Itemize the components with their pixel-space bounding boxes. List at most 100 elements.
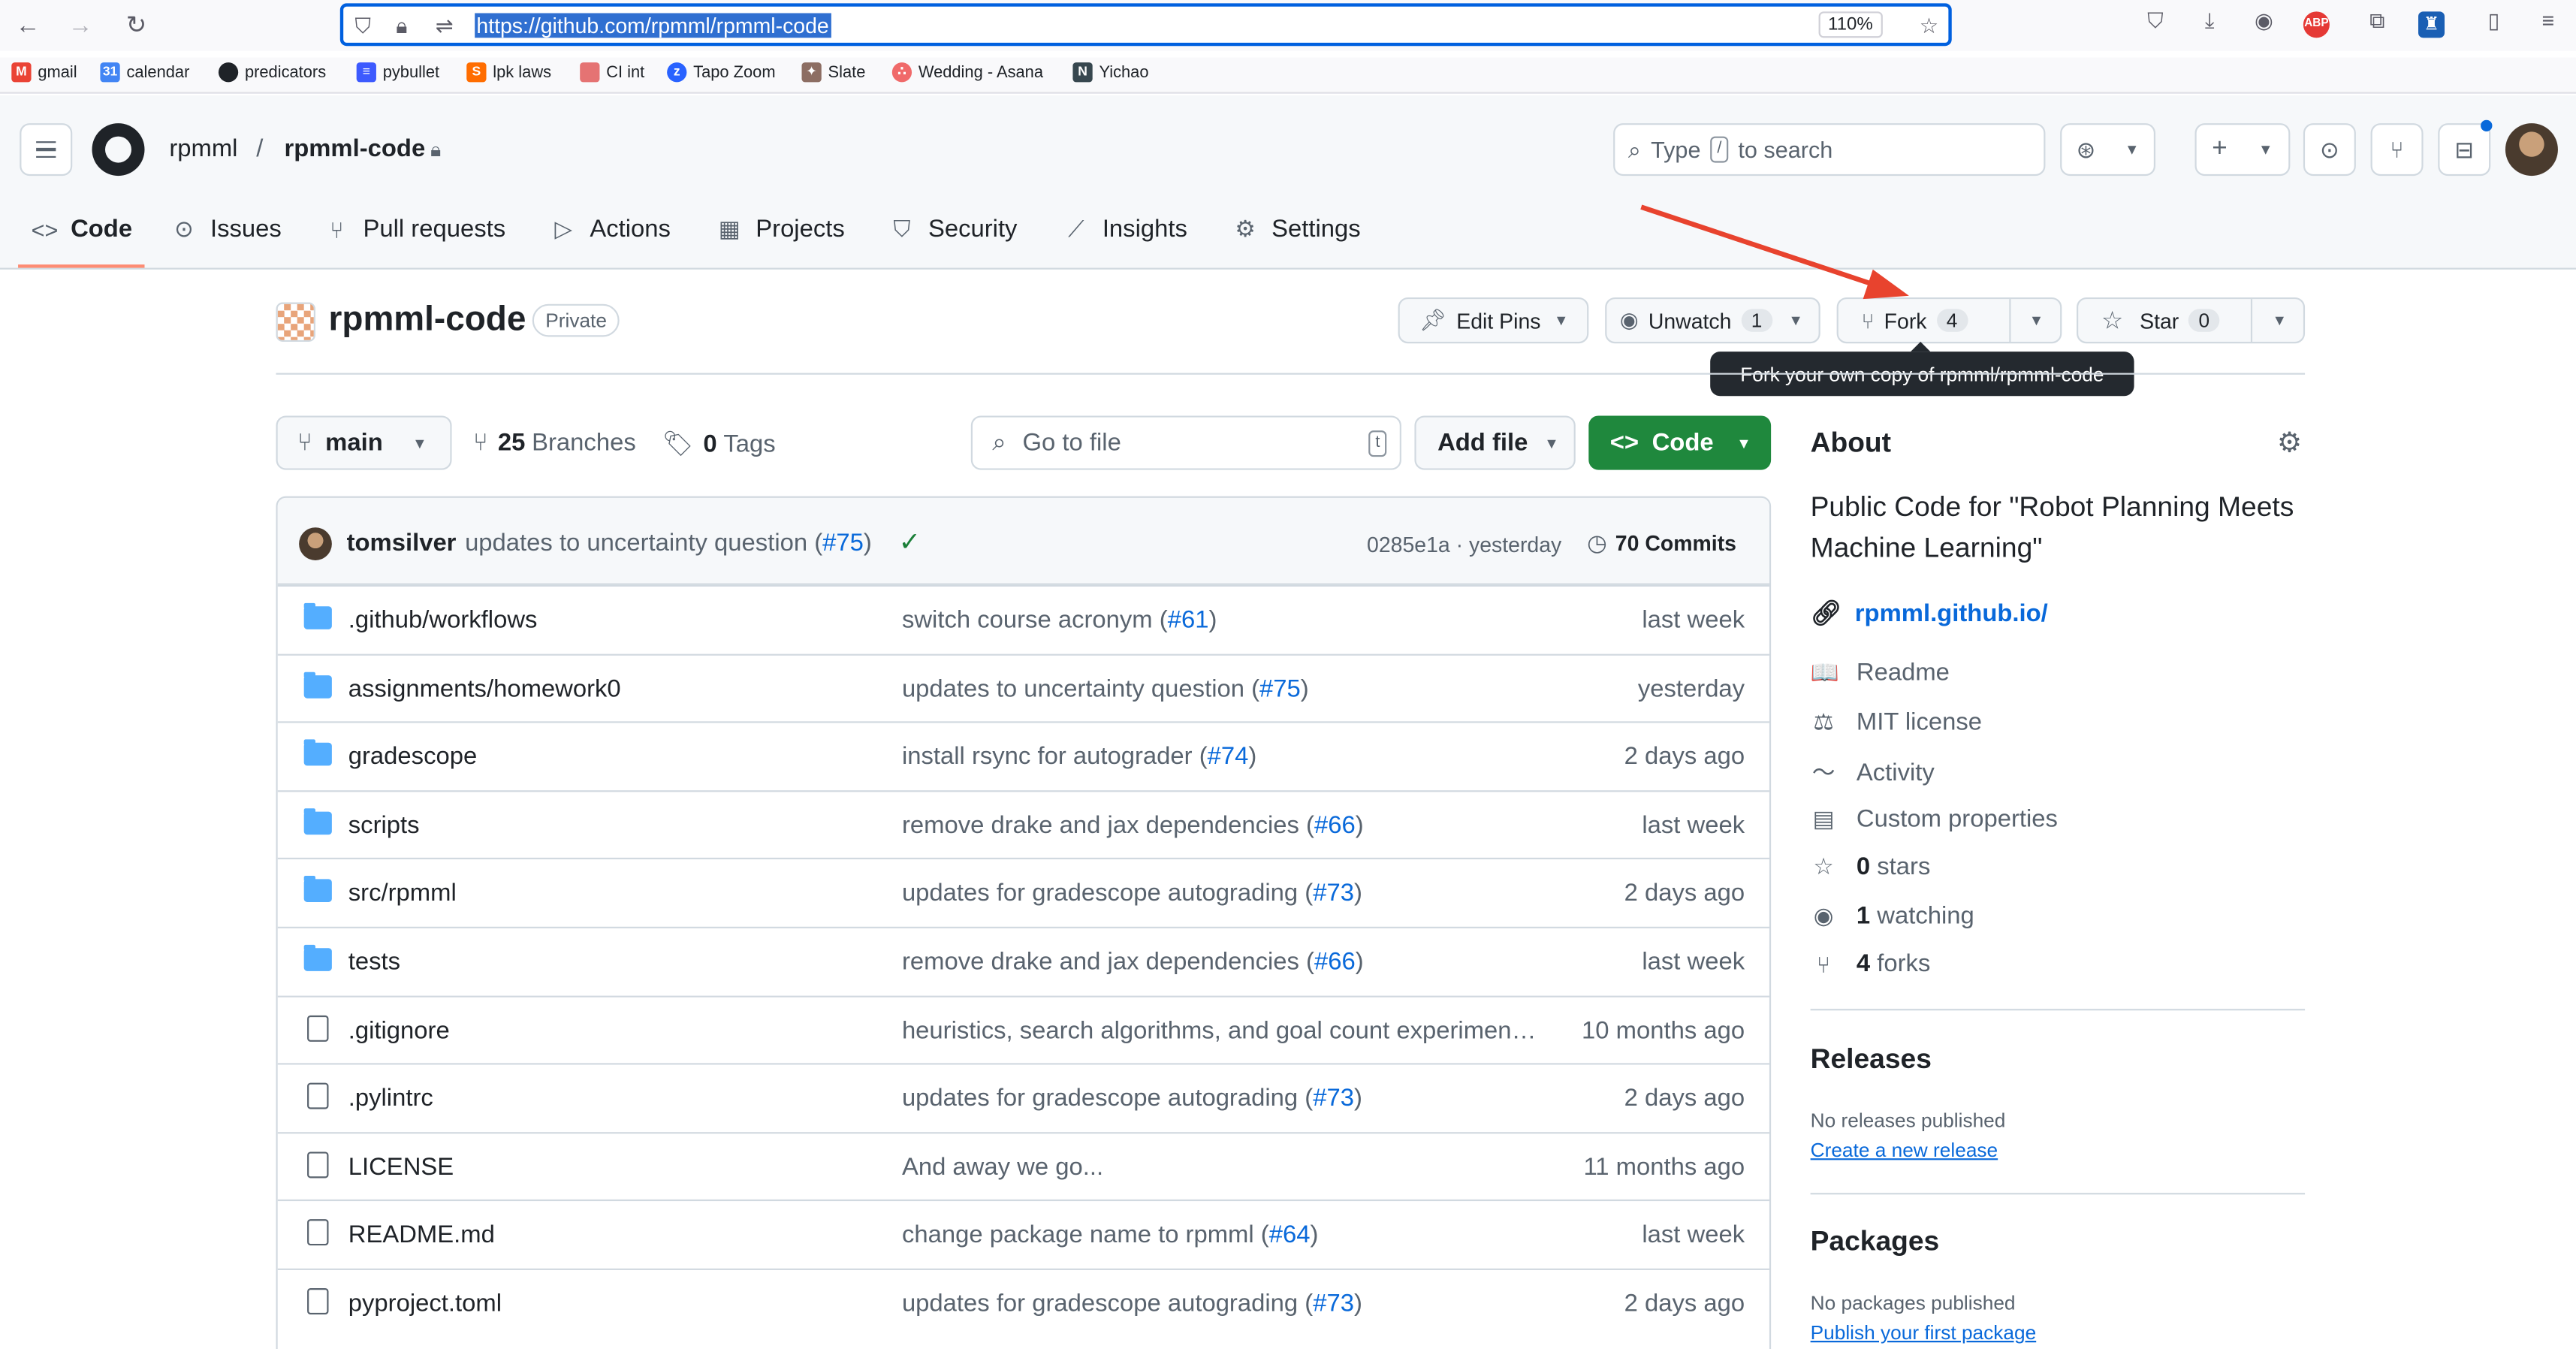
- avatar[interactable]: [299, 527, 332, 560]
- table-row[interactable]: .github/workflows switch course acronym (…: [277, 584, 1769, 653]
- file-name[interactable]: LICENSE: [348, 1153, 454, 1181]
- file-commit-message[interactable]: updates for gradescope autograding (#73): [902, 1290, 1362, 1317]
- file-name[interactable]: pyproject.toml: [348, 1290, 502, 1317]
- about-item-custom-properties[interactable]: ▤ Custom properties: [1811, 804, 2058, 832]
- file-commit-message[interactable]: updates for gradescope autograding (#73): [902, 880, 1362, 907]
- file-name[interactable]: .github/workflows: [348, 606, 538, 634]
- about-item-activity[interactable]: 〜 Activity: [1811, 756, 1935, 789]
- bookmark-gmail[interactable]: Mgmail: [11, 62, 77, 83]
- commits-link[interactable]: ◷ 70 Commits: [1587, 529, 1736, 557]
- commit-author[interactable]: tomsilver: [347, 529, 457, 557]
- table-row[interactable]: gradescope install rsync for autograder (…: [277, 721, 1769, 790]
- star-button[interactable]: ☆ Star 0 ▼: [2077, 297, 2306, 344]
- branch-selector[interactable]: ⑂ main ▼: [276, 415, 452, 470]
- reader-icon[interactable]: ▯: [2478, 8, 2511, 35]
- create-new-button[interactable]: + ▼: [2194, 123, 2291, 177]
- tab-security[interactable]: ⛉ Security: [888, 216, 1017, 243]
- bookmark-asana[interactable]: ∴ Wedding - Asana: [891, 62, 1043, 83]
- bookmark-predicators[interactable]: predicators: [218, 62, 326, 83]
- create-release-link[interactable]: Create a new release: [1811, 1139, 1998, 1162]
- table-row[interactable]: assignments/homework0 updates to uncertai…: [277, 653, 1769, 722]
- bookmark-lpk-laws[interactable]: Slpk laws: [466, 62, 551, 83]
- about-item-mit-license[interactable]: ⚖ MIT license: [1811, 708, 1982, 735]
- tab-pull-requests[interactable]: ⑂ Pull requests: [324, 216, 505, 243]
- github-logo-icon[interactable]: [92, 123, 145, 177]
- downloads-icon[interactable]: ⤓: [2193, 8, 2226, 35]
- chevron-down-icon[interactable]: ▼: [2272, 312, 2287, 329]
- file-name[interactable]: .pylintrc: [348, 1085, 433, 1112]
- lock-icon[interactable]: 🔒︎: [396, 14, 407, 40]
- inbox-button[interactable]: ⊟: [2438, 123, 2491, 177]
- bitwarden-icon[interactable]: ♜: [2418, 11, 2445, 38]
- chevron-down-icon[interactable]: ▼: [2029, 312, 2044, 329]
- account-icon[interactable]: ◉: [2248, 8, 2281, 35]
- tab-settings[interactable]: ⚙ Settings: [1232, 216, 1360, 243]
- table-row[interactable]: tests remove drake and jax dependencies (…: [277, 926, 1769, 995]
- file-name[interactable]: tests: [348, 948, 400, 976]
- pull-requests-button[interactable]: ⑂: [2370, 123, 2424, 177]
- unwatch-button[interactable]: ◉ Unwatch 1 ▼: [1605, 297, 1820, 344]
- global-search-input[interactable]: ⌕ Type / to search: [1613, 123, 2046, 177]
- check-icon[interactable]: ✓: [899, 526, 921, 559]
- branches-link[interactable]: ⑂ 25 Branches: [473, 429, 636, 457]
- file-commit-message[interactable]: install rsync for autograder (#74): [902, 743, 1256, 771]
- table-row[interactable]: src/rpmml updates for gradescope autograd…: [277, 858, 1769, 927]
- breadcrumb-repo[interactable]: rpmml-code: [284, 134, 425, 162]
- file-name[interactable]: gradescope: [348, 743, 478, 771]
- avatar[interactable]: [2505, 123, 2558, 177]
- tab-issues[interactable]: ⊙ Issues: [171, 216, 282, 243]
- reload-icon[interactable]: ↻: [120, 8, 153, 41]
- url-text[interactable]: https://github.com/rpmml/rpmml-code: [475, 13, 831, 38]
- extensions-icon[interactable]: ⧉: [2360, 8, 2394, 35]
- permissions-icon[interactable]: ⇌: [436, 14, 454, 40]
- tab-projects[interactable]: ▦ Projects: [716, 216, 845, 243]
- file-name[interactable]: src/rpmml: [348, 880, 457, 907]
- url-bar[interactable]: ⛉ 🔒︎ ⇌ https://github.com/rpmml/rpmml-co…: [339, 3, 1952, 47]
- bookmark-slate[interactable]: ✦ Slate: [801, 62, 865, 83]
- table-row[interactable]: README.md change package name to rpmml (#…: [277, 1200, 1769, 1269]
- commit-message[interactable]: updates to uncertainty question (#75): [465, 529, 872, 557]
- file-commit-message[interactable]: change package name to rpmml (#64): [902, 1221, 1318, 1249]
- tab-insights[interactable]: ⟋ Insights: [1063, 216, 1187, 243]
- about-item-readme[interactable]: 📖 Readme: [1811, 659, 1950, 687]
- bookmark-tapo-zoom[interactable]: z Tapo Zoom: [667, 62, 776, 83]
- table-row[interactable]: pyproject.toml updates for gradescope aut…: [277, 1268, 1769, 1337]
- file-name[interactable]: assignments/homework0: [348, 674, 621, 702]
- gear-icon[interactable]: ⚙: [2277, 427, 2302, 460]
- commit-sha-date[interactable]: 0285e1a · yesterday: [1367, 533, 1561, 557]
- pocket-icon[interactable]: ⛉: [2139, 8, 2172, 35]
- file-commit-message[interactable]: remove drake and jax dependencies (#66): [902, 948, 1364, 976]
- releases-title[interactable]: Releases: [1811, 1043, 1932, 1076]
- menu-icon[interactable]: ≡: [2532, 8, 2565, 33]
- file-commit-message[interactable]: And away we go...: [902, 1153, 1103, 1181]
- bookmark-star-icon[interactable]: ☆: [1920, 14, 1938, 40]
- website-link[interactable]: 🔗︎ rpmml.github.io/: [1811, 598, 2048, 627]
- fork-button[interactable]: ⑂ Fork 4 ▼: [1836, 297, 2062, 344]
- shield-icon[interactable]: ⛉: [355, 14, 371, 40]
- hamburger-menu-icon[interactable]: [20, 123, 73, 177]
- file-commit-message[interactable]: updates to uncertainty question (#75): [902, 674, 1309, 702]
- forward-icon[interactable]: →: [64, 8, 97, 41]
- about-item-watching[interactable]: ◉ 1 watching: [1811, 901, 1974, 929]
- about-item-stars[interactable]: ☆ 0 stars: [1811, 853, 1930, 880]
- add-file-button[interactable]: Add file ▼: [1414, 415, 1576, 470]
- go-to-file-input[interactable]: ⌕ Go to file t: [970, 415, 1401, 470]
- tab-code[interactable]: <> Code: [32, 216, 133, 243]
- file-name[interactable]: .gitignore: [348, 1016, 450, 1044]
- publish-package-link[interactable]: Publish your first package: [1811, 1321, 2037, 1344]
- bookmark-yichao[interactable]: N Yichao: [1072, 62, 1149, 83]
- table-row[interactable]: scripts remove drake and jax dependencies…: [277, 789, 1769, 859]
- issues-button[interactable]: ⊙: [2303, 123, 2356, 177]
- breadcrumb-owner[interactable]: rpmml: [169, 134, 237, 162]
- file-name[interactable]: README.md: [348, 1221, 495, 1249]
- file-commit-message[interactable]: updates for gradescope autograding (#73): [902, 1085, 1362, 1112]
- edit-pins-button[interactable]: 📌︎ Edit Pins ▼: [1398, 297, 1589, 344]
- file-commit-message[interactable]: switch course acronym (#61): [902, 606, 1217, 634]
- table-row[interactable]: .gitignore heuristics, search algorithms,…: [277, 994, 1769, 1064]
- packages-title[interactable]: Packages: [1811, 1226, 1940, 1259]
- back-icon[interactable]: ←: [11, 8, 44, 41]
- bookmark-pybullet[interactable]: ≡ pybullet: [356, 62, 439, 83]
- about-item-forks[interactable]: ⑂ 4 forks: [1811, 949, 1930, 977]
- copilot-button[interactable]: ⊛ ▼: [2060, 123, 2155, 177]
- file-name[interactable]: scripts: [348, 811, 420, 839]
